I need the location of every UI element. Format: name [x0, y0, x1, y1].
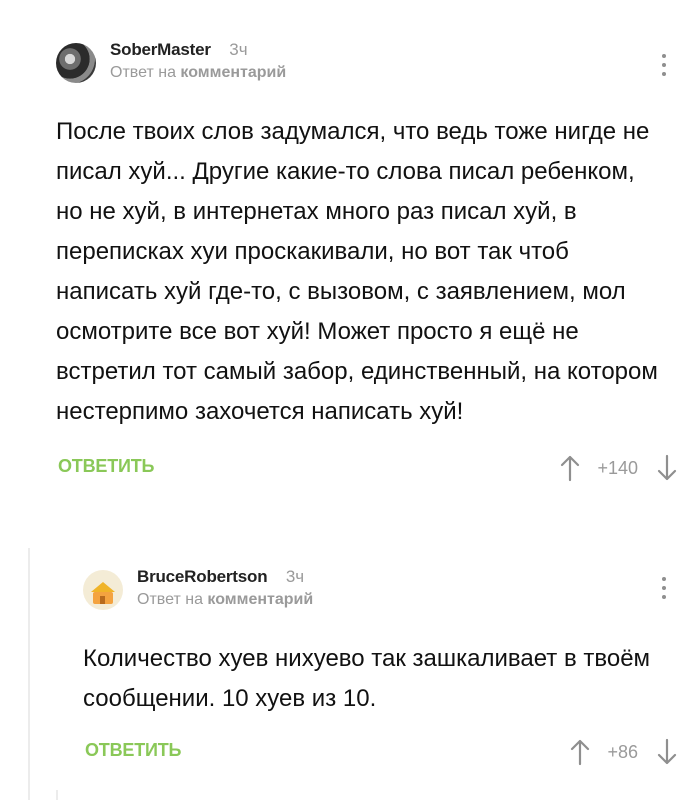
arrow-up-icon[interactable] — [557, 451, 583, 485]
more-vertical-icon[interactable] — [658, 577, 670, 603]
thread-line — [56, 790, 58, 800]
author-name[interactable]: SoberMaster — [110, 40, 211, 59]
comment-header: SoberMaster 3ч Ответ на комментарий — [56, 38, 680, 94]
comment-meta: BruceRobertson 3ч Ответ на комментарий — [137, 567, 313, 609]
comment-text: Количество хуев нихуево так зашкаливает … — [83, 645, 651, 712]
comment: BruceRobertson 3ч Ответ на комментарий К… — [83, 565, 680, 772]
arrow-down-icon[interactable] — [654, 451, 680, 485]
reply-to-link[interactable]: комментарий — [180, 64, 286, 81]
reply-to: Ответ на комментарий — [110, 64, 286, 82]
comment-time[interactable]: 3ч — [229, 40, 247, 59]
reply-to-prefix: Ответ на — [137, 591, 203, 608]
more-vertical-icon[interactable] — [658, 54, 670, 80]
reply-button[interactable]: ОТВЕТИТЬ — [85, 740, 181, 761]
comment: SoberMaster 3ч Ответ на комментарий Посл… — [56, 38, 680, 488]
comment-meta: SoberMaster 3ч Ответ на комментарий — [110, 40, 286, 82]
comment-text: После твоих слов задумался, что ведь тож… — [56, 118, 658, 425]
vote-block: +86 — [567, 732, 680, 772]
rating: +86 — [607, 741, 638, 762]
comment-actions: ОТВЕТИТЬ +86 — [83, 732, 680, 772]
reply-button[interactable]: ОТВЕТИТЬ — [58, 456, 154, 477]
thread-line — [28, 548, 30, 800]
reply-to: Ответ на комментарий — [137, 591, 313, 609]
comment-actions: ОТВЕТИТЬ +140 — [56, 448, 680, 488]
vote-block: +140 — [557, 448, 680, 488]
avatar[interactable] — [56, 43, 96, 83]
reply-to-link[interactable]: комментарий — [207, 591, 313, 608]
comment-time[interactable]: 3ч — [286, 567, 304, 586]
reply-to-prefix: Ответ на — [110, 64, 176, 81]
avatar[interactable] — [83, 570, 123, 610]
comment-header: BruceRobertson 3ч Ответ на комментарий — [83, 565, 680, 621]
author-name[interactable]: BruceRobertson — [137, 567, 268, 586]
arrow-up-icon[interactable] — [567, 735, 593, 769]
arrow-down-icon[interactable] — [654, 735, 680, 769]
rating: +140 — [597, 457, 638, 478]
